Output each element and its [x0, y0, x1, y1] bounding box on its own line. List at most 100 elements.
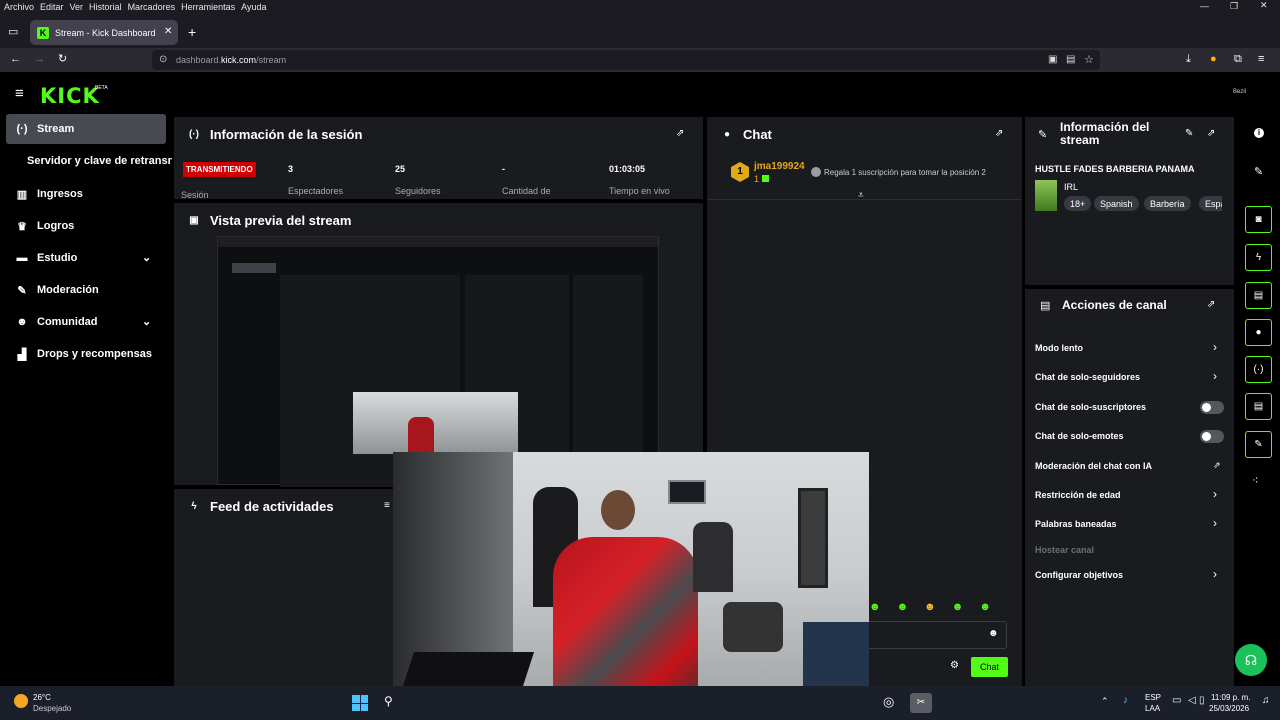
top-user[interactable]: jma199924 — [754, 161, 805, 172]
emote-icon[interactable]: ☻ — [979, 601, 991, 615]
search-icon[interactable]: ⚲ — [384, 694, 393, 708]
notification-icon[interactable]: ♫ — [1262, 695, 1270, 706]
rail-button-notes[interactable]: ▤ — [1245, 282, 1272, 309]
chevron-right-icon[interactable]: › — [1213, 487, 1217, 501]
rail-button-activity[interactable]: ϟ — [1245, 244, 1272, 271]
network-icon[interactable]: ▭ — [1172, 695, 1181, 706]
temperature[interactable]: 26°C — [33, 693, 51, 702]
action-age-restriction[interactable]: Restricción de edad — [1035, 490, 1121, 500]
sidebar-item-estudio[interactable]: ▬ Estudio ⌄ — [6, 243, 166, 273]
menu-ver[interactable]: Ver — [70, 2, 84, 12]
chevron-right-icon[interactable]: › — [1213, 369, 1217, 383]
menu-marcadores[interactable]: Marcadores — [128, 2, 176, 12]
clock-time[interactable]: 11:09 p. m. — [1211, 693, 1250, 702]
sidebar-item-stream[interactable]: (·) Stream — [6, 114, 166, 144]
send-chat-button[interactable]: Chat — [971, 657, 1008, 677]
reader-icon[interactable]: ▤ — [1066, 54, 1075, 65]
chevron-right-icon[interactable]: › — [1213, 340, 1217, 354]
menu-historial[interactable]: Historial — [89, 2, 122, 12]
sidebar-item-comunidad[interactable]: ☻ Comunidad ⌄ — [6, 307, 166, 337]
rail-button-broadcast[interactable]: (·) — [1245, 356, 1272, 383]
new-tab-icon[interactable]: + — [188, 24, 196, 40]
sidebar-item-server-key[interactable]: Servidor y clave de retransn — [27, 146, 172, 176]
rail-button-chat[interactable]: ● — [1245, 319, 1272, 346]
keyboard-indicator[interactable]: LAA — [1145, 704, 1160, 713]
emote-icon[interactable]: ☻ — [897, 601, 909, 615]
action-banned-words[interactable]: Palabras baneadas — [1035, 519, 1117, 529]
chat-input[interactable]: ☻ — [857, 621, 1007, 649]
chevron-down-icon[interactable]: ⌄ — [142, 315, 151, 328]
tag[interactable]: Espa — [1199, 196, 1222, 211]
action-configure-goals[interactable]: Configurar objetivos — [1035, 570, 1123, 580]
help-support-button[interactable]: ☊ — [1235, 644, 1267, 676]
stream-preview-video[interactable] — [217, 236, 659, 487]
menu-editar[interactable]: Editar — [40, 2, 64, 12]
minimize-icon[interactable]: — — [1200, 1, 1209, 11]
url-bar[interactable]: ⊙ dashboard. kick.com/stream ▣ ▤ ☆ — [152, 50, 1100, 70]
subscribers-only-toggle[interactable] — [1200, 401, 1224, 414]
tag[interactable]: Barbería — [1144, 196, 1191, 211]
close-window-icon[interactable]: ✕ — [1260, 0, 1268, 11]
info-icon[interactable]: i — [1254, 128, 1264, 138]
tag[interactable]: 18+ — [1064, 196, 1092, 211]
reload-icon[interactable]: ↻ — [58, 52, 67, 65]
more-icon[interactable]: ⁖ — [1252, 474, 1258, 487]
site-info-icon[interactable]: ⊙ — [159, 54, 167, 65]
browser-tab[interactable]: K Stream - Kick Dashboard ✕ — [30, 20, 178, 45]
emoji-icon[interactable]: ☻ — [988, 628, 999, 639]
tab-list-icon[interactable]: ▭ — [8, 25, 18, 38]
edit-pencil-icon[interactable]: ✎ — [1185, 128, 1193, 139]
category-name[interactable]: IRL — [1064, 182, 1078, 192]
popout-icon[interactable]: ⇗ — [1207, 299, 1215, 310]
user-avatar[interactable]: Bezil — [1233, 89, 1246, 95]
capcut-icon[interactable]: ✂ — [910, 693, 932, 713]
chevron-right-icon[interactable]: › — [1213, 567, 1217, 581]
hamburger-icon[interactable]: ≡ — [15, 85, 24, 102]
action-ai-moderation[interactable]: Moderación del chat con IA — [1035, 461, 1152, 471]
rail-button-camera[interactable]: ◙ — [1245, 206, 1272, 233]
sidebar-item-logros[interactable]: ♛ Logros — [6, 211, 166, 241]
menu-ayuda[interactable]: Ayuda — [241, 2, 266, 12]
bookmark-star-icon[interactable]: ☆ — [1084, 53, 1094, 66]
battery-icon[interactable]: ▯ — [1199, 695, 1205, 706]
chevron-down-icon[interactable]: ⌄ — [142, 251, 151, 264]
maximize-icon[interactable]: ❐ — [1230, 1, 1238, 12]
clock-date[interactable]: 25/03/2026 — [1209, 704, 1249, 713]
tab-close-icon[interactable]: ✕ — [164, 26, 172, 37]
sidebar-item-ingresos[interactable]: ▥ Ingresos — [6, 179, 166, 209]
language-indicator[interactable]: ESP — [1145, 693, 1161, 702]
forward-icon[interactable]: → — [34, 53, 45, 65]
emote-icon[interactable]: ☻ — [869, 601, 881, 615]
menu-herramientas[interactable]: Herramientas — [181, 2, 235, 12]
start-button[interactable] — [352, 695, 368, 711]
chevron-up-icon[interactable]: ⌃ — [1101, 696, 1109, 707]
extension-icon[interactable]: ● — [1210, 53, 1217, 65]
popout-icon[interactable]: ⇗ — [995, 128, 1003, 139]
edit-pencil-icon[interactable]: ✎ — [1254, 165, 1263, 178]
sidebar-item-moderacion[interactable]: ✎ Moderación — [6, 275, 166, 305]
action-slow-mode[interactable]: Modo lento — [1035, 343, 1083, 353]
kick-logo[interactable]: KICK — [40, 84, 100, 108]
volume-icon[interactable]: ◁ — [1188, 695, 1196, 706]
app-menu-icon[interactable]: ≡ — [1258, 53, 1264, 65]
obs-icon[interactable]: ◎ — [883, 694, 894, 710]
settings-icon[interactable]: ⚙ — [950, 660, 959, 671]
emotes-only-toggle[interactable] — [1200, 430, 1224, 443]
weather-icon[interactable] — [14, 694, 28, 708]
sidebar-item-drops[interactable]: ▟ Drops y recompensas — [6, 339, 166, 369]
emote-icon[interactable]: ☻ — [952, 601, 964, 615]
chevron-right-icon[interactable]: › — [1213, 516, 1217, 530]
picture-icon[interactable]: ▣ — [1048, 54, 1057, 65]
filter-icon[interactable]: ≡ — [384, 500, 390, 511]
tag[interactable]: Spanish — [1094, 196, 1139, 211]
external-link-icon[interactable]: ⇗ — [1213, 460, 1221, 471]
rail-button-tools[interactable]: ✎ — [1245, 431, 1272, 458]
back-icon[interactable]: ← — [10, 53, 21, 65]
menu-archivo[interactable]: Archivo — [4, 2, 34, 12]
popout-icon[interactable]: ⇗ — [1207, 128, 1215, 139]
action-followers-only[interactable]: Chat de solo-seguidores — [1035, 372, 1140, 382]
rail-button-actions[interactable]: ▤ — [1245, 393, 1272, 420]
category-thumbnail[interactable] — [1035, 180, 1057, 211]
downloads-icon[interactable]: ⤓ — [1186, 53, 1191, 66]
popout-icon[interactable]: ⇗ — [676, 128, 684, 139]
